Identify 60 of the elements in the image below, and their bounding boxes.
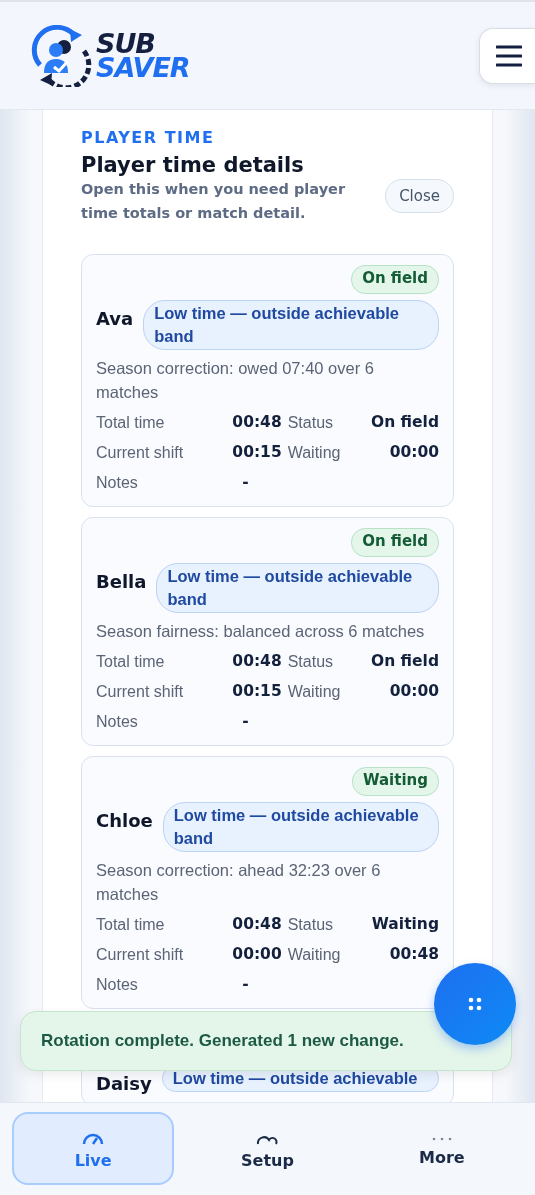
stat-value: On field (369, 412, 439, 433)
stat-label: Status (287, 652, 335, 672)
time-tag: Low time — outside achievable band (143, 300, 439, 350)
stat-label: Status (287, 413, 335, 433)
stat-value: 00:15 (231, 442, 282, 463)
stat-value: 00:00 (388, 442, 439, 463)
status-badge: Waiting (352, 767, 439, 796)
status-badge: On field (351, 528, 439, 557)
stat-label: Notes (96, 473, 139, 493)
stat-value: - (241, 472, 250, 493)
panel-title: Player time details (81, 153, 305, 177)
stat-value: - (241, 711, 250, 732)
player-name: Chloe (96, 809, 153, 831)
logo-text: SAVER (96, 55, 190, 80)
more-icon (430, 1136, 453, 1142)
season-note: Season fairness: balanced across 6 matches (96, 621, 426, 642)
stat-value: Waiting (370, 914, 439, 935)
stat-label: Current shift (96, 443, 184, 463)
toast-message: Rotation complete. Generated 1 new change. (20, 1011, 512, 1071)
stat-label: Total time (96, 915, 166, 935)
stat-value: 00:00 (231, 944, 282, 965)
stat-label: Notes (96, 712, 139, 732)
stat-value: 00:48 (231, 412, 282, 433)
stat-value: On field (369, 651, 439, 672)
stat-label: Waiting (287, 682, 341, 702)
season-note: Season correction: owed 07:40 over 6 matches (96, 358, 375, 403)
close-button[interactable]: Close (385, 179, 454, 213)
menu-button[interactable] (479, 27, 535, 84)
stat-label: Waiting (287, 945, 341, 965)
logo-text: SUB (96, 31, 155, 56)
nav-tab[interactable]: Setup (186, 1112, 349, 1185)
stat-label: Current shift (96, 682, 184, 702)
time-tag: Low time — outside achievable band (156, 563, 439, 613)
panel-subtitle: Open this when you need player time totals or match detail. (81, 180, 347, 223)
menu-icon (495, 44, 522, 67)
stat-value: 00:48 (231, 914, 282, 935)
logo-icon (30, 24, 92, 87)
stat-value: 00:48 (231, 651, 282, 672)
stat-label: Waiting (287, 443, 341, 463)
stat-label: Status (287, 915, 335, 935)
stat-label: Total time (96, 652, 166, 672)
stat-value: 00:48 (388, 944, 439, 965)
gauge-icon (82, 1133, 105, 1145)
player-name: Bella (96, 570, 147, 592)
stat-value: - (241, 974, 250, 995)
stat-value: 00:15 (231, 681, 282, 702)
stat-label: Notes (96, 975, 139, 995)
player-name: Daisy (96, 1072, 152, 1094)
status-badge: On field (351, 265, 439, 294)
time-tag: Low time — outside achievable band (162, 802, 439, 852)
nav-tab[interactable]: More (360, 1112, 523, 1185)
stat-label: Current shift (96, 945, 184, 965)
dots-icon (468, 997, 482, 1011)
nav-tab[interactable]: Live (12, 1112, 175, 1185)
cloud-icon (256, 1133, 279, 1145)
stat-label: Total time (96, 413, 166, 433)
section-eyebrow: PLAYER TIME (81, 128, 216, 147)
season-note: Season correction: ahead 32:23 over 6 matches (96, 860, 382, 905)
stat-value: 00:00 (388, 681, 439, 702)
player-name: Ava (96, 307, 134, 329)
